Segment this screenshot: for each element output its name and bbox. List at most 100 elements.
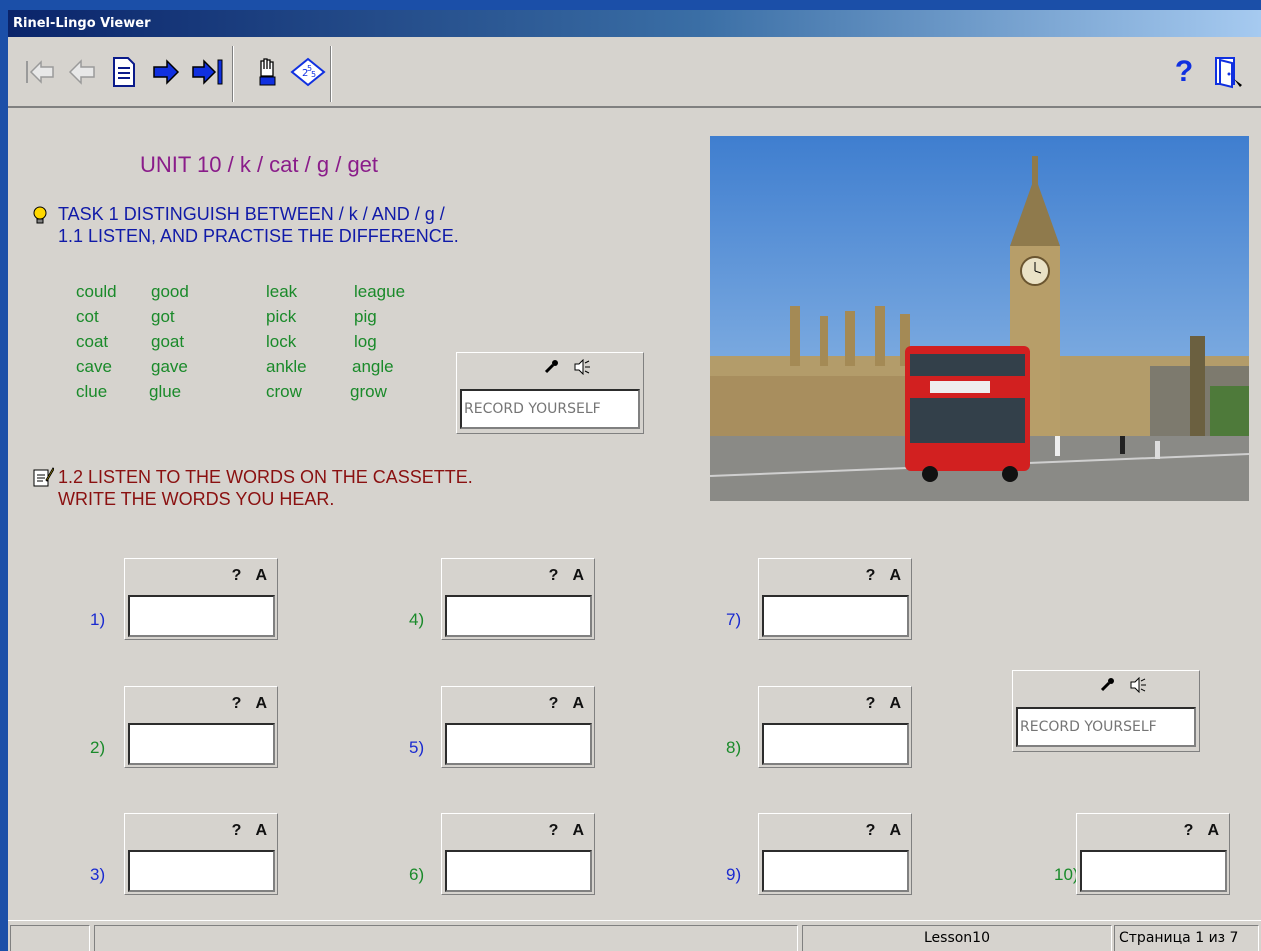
speaker-icon[interactable] [573, 359, 591, 375]
answer-input[interactable] [762, 723, 909, 765]
word: gave [151, 357, 188, 376]
word: good [151, 282, 189, 301]
hint-button[interactable]: ? [232, 822, 242, 839]
answer-number: 2) [90, 738, 106, 757]
word: pig [354, 307, 377, 326]
word: league [354, 282, 406, 301]
answer-number: 3) [90, 865, 106, 884]
toolbar: 255 ? [8, 40, 1261, 108]
hint-button[interactable]: ? [549, 695, 559, 712]
notepad-icon [33, 467, 54, 487]
task12-title: 1.2 LISTEN TO THE WORDS ON THE CASSETTE. [58, 467, 473, 487]
microphone-icon[interactable] [1099, 677, 1115, 693]
recorder-panel [1012, 670, 1200, 752]
answer-button[interactable]: A [572, 822, 584, 839]
word: clue [76, 382, 108, 401]
word: goat [151, 332, 185, 351]
hint-button[interactable]: ? [232, 695, 242, 712]
answer-input[interactable] [762, 595, 909, 637]
answer-button[interactable]: A [572, 567, 584, 584]
answer-button[interactable]: A [1207, 822, 1219, 839]
answer-input[interactable] [762, 850, 909, 892]
task12-heading: 1.2 LISTEN TO THE WORDS ON THE CASSETTE.… [58, 466, 473, 510]
recorder-panel [456, 352, 644, 434]
help-button[interactable]: ? [1166, 54, 1202, 90]
status-cell [94, 925, 798, 951]
hint-button[interactable]: ? [232, 567, 242, 584]
toolbar-separator [330, 46, 332, 102]
task1-title: TASK 1 DISTINGUISH BETWEEN / k / AND / g… [58, 204, 445, 224]
answer-button[interactable]: A [572, 695, 584, 712]
answer-input[interactable] [128, 595, 275, 637]
hint-button[interactable]: ? [1184, 822, 1194, 839]
lightbulb-icon [33, 206, 47, 224]
answer-button[interactable]: A [255, 822, 267, 839]
task1-subtitle: 1.1 LISTEN, AND PRACTISE THE DIFFERENCE. [58, 226, 459, 246]
lesson-name: Lesson10 [802, 925, 1112, 951]
exit-door-icon[interactable] [1210, 54, 1246, 90]
word: angle [352, 357, 394, 376]
first-page-icon[interactable] [22, 54, 58, 90]
answer-number: 9) [726, 865, 742, 884]
answer-box: ? A [441, 813, 595, 895]
answer-number: 10) [1054, 865, 1079, 884]
answer-button[interactable]: A [255, 567, 267, 584]
answer-input[interactable] [445, 595, 592, 637]
answer-input[interactable] [445, 723, 592, 765]
answer-box: ? A [758, 558, 912, 640]
keyboard-icon[interactable]: 255 [290, 54, 326, 90]
word: could [76, 282, 117, 301]
answer-button[interactable]: A [889, 695, 901, 712]
toolbar-separator [232, 46, 234, 102]
answer-box: ? A [124, 813, 278, 895]
svg-text:5: 5 [311, 70, 316, 79]
next-page-icon[interactable] [148, 54, 184, 90]
answer-number: 8) [726, 738, 742, 757]
microphone-icon[interactable] [543, 359, 559, 375]
answer-input[interactable] [128, 850, 275, 892]
answer-input[interactable] [445, 850, 592, 892]
answer-input[interactable] [128, 723, 275, 765]
word: glue [149, 382, 182, 401]
app-window: Rinel-Lingo Viewer 255 ? UNIT 10 / k / c… [8, 10, 1261, 951]
word: cot [76, 307, 99, 326]
word: got [151, 307, 175, 326]
answer-number: 4) [409, 610, 425, 629]
answer-number: 1) [90, 610, 106, 629]
word: leak [266, 282, 298, 301]
stop-hand-icon[interactable] [250, 54, 286, 90]
hint-button[interactable]: ? [549, 822, 559, 839]
word: crow [266, 382, 302, 401]
last-page-icon[interactable] [190, 54, 226, 90]
speaker-icon[interactable] [1129, 677, 1147, 693]
answer-number: 7) [726, 610, 742, 629]
page-indicator: Страница 1 из 7 [1114, 925, 1259, 951]
answer-box: ? A [441, 558, 595, 640]
answer-box: ? A [124, 686, 278, 768]
status-bar: Lesson10 Страница 1 из 7 [8, 920, 1261, 951]
answer-number: 5) [409, 738, 425, 757]
hint-button[interactable]: ? [866, 695, 876, 712]
answer-button[interactable]: A [889, 567, 901, 584]
contents-icon[interactable] [106, 54, 142, 90]
answer-box: ? A [124, 558, 278, 640]
answer-button[interactable]: A [889, 822, 901, 839]
hint-button[interactable]: ? [866, 567, 876, 584]
hint-button[interactable]: ? [549, 567, 559, 584]
previous-page-icon[interactable] [64, 54, 100, 90]
answer-box: ? A [758, 686, 912, 768]
hint-button[interactable]: ? [866, 822, 876, 839]
word: pick [266, 307, 297, 326]
record-yourself-field[interactable] [1016, 707, 1196, 747]
answer-input[interactable] [1080, 850, 1227, 892]
task12-subtitle: WRITE THE WORDS YOU HEAR. [58, 489, 335, 509]
word: log [354, 332, 377, 351]
task1-heading: TASK 1 DISTINGUISH BETWEEN / k / AND / g… [58, 203, 459, 247]
answer-box: ? A [758, 813, 912, 895]
title-bar: Rinel-Lingo Viewer [8, 10, 1261, 37]
record-yourself-field[interactable] [460, 389, 640, 429]
word: cave [76, 357, 112, 376]
answer-button[interactable]: A [255, 695, 267, 712]
word: ankle [266, 357, 307, 376]
answer-box: ? A [1076, 813, 1230, 895]
